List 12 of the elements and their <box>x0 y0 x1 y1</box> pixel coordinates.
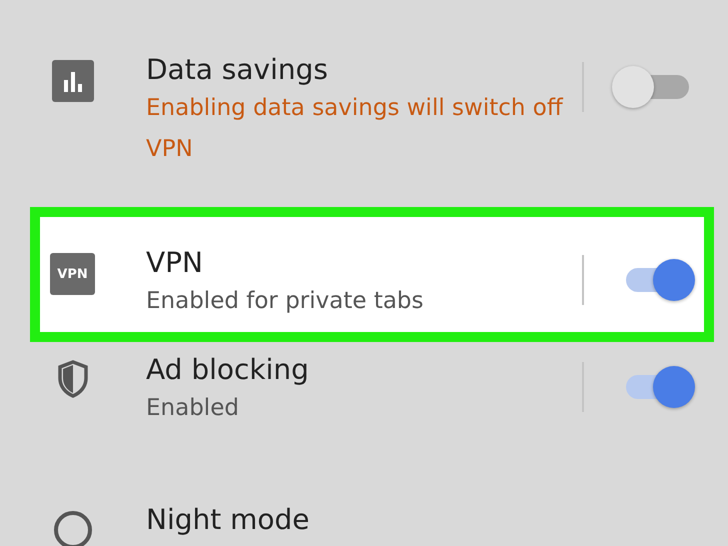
setting-description: Enabled for private tabs <box>146 287 425 316</box>
setting-title: Data savings <box>146 52 329 88</box>
setting-title: VPN <box>146 245 204 281</box>
shield-icon <box>56 360 88 398</box>
vpn-icon: VPN <box>50 253 95 295</box>
highlighted-setting-row[interactable]: VPN VPN Enabled for private tabs <box>30 207 714 342</box>
setting-description: Enabling data savings will switch off VPN <box>146 94 564 164</box>
setting-description: Enabled <box>146 394 240 423</box>
setting-title: Ad blocking <box>146 352 310 388</box>
bar-chart-icon <box>52 60 94 102</box>
moon-icon <box>52 510 92 546</box>
setting-title: Night mode <box>146 502 311 538</box>
